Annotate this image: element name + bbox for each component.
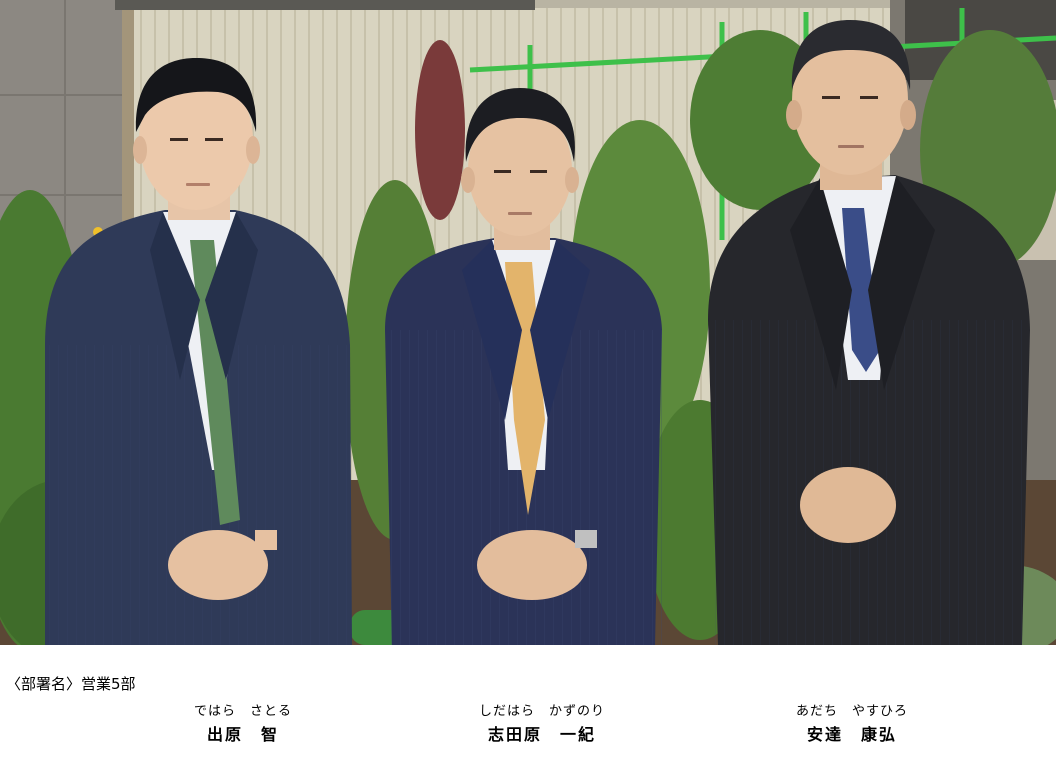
name-reading: しだはら かずのり — [478, 704, 605, 719]
department-label: 〈部署名〉 — [6, 675, 82, 693]
name-reading: ではら さとる — [193, 704, 292, 719]
group-photo — [0, 0, 1056, 645]
person-caption-center: しだはら かずのり 志田原 一紀 — [432, 703, 652, 747]
person-name: 安達 康弘 — [806, 725, 897, 744]
person-name: 志田原 一紀 — [487, 725, 596, 744]
name-reading: あだち やすひろ — [795, 704, 908, 719]
person-name: 出原 智 — [206, 725, 279, 744]
person-caption-left: ではら さとる 出原 智 — [133, 703, 353, 747]
person-caption-right: あだち やすひろ 安達 康弘 — [742, 703, 962, 747]
department-line: 〈部署名〉営業5部 — [6, 674, 136, 694]
department-value: 営業5部 — [81, 675, 136, 693]
